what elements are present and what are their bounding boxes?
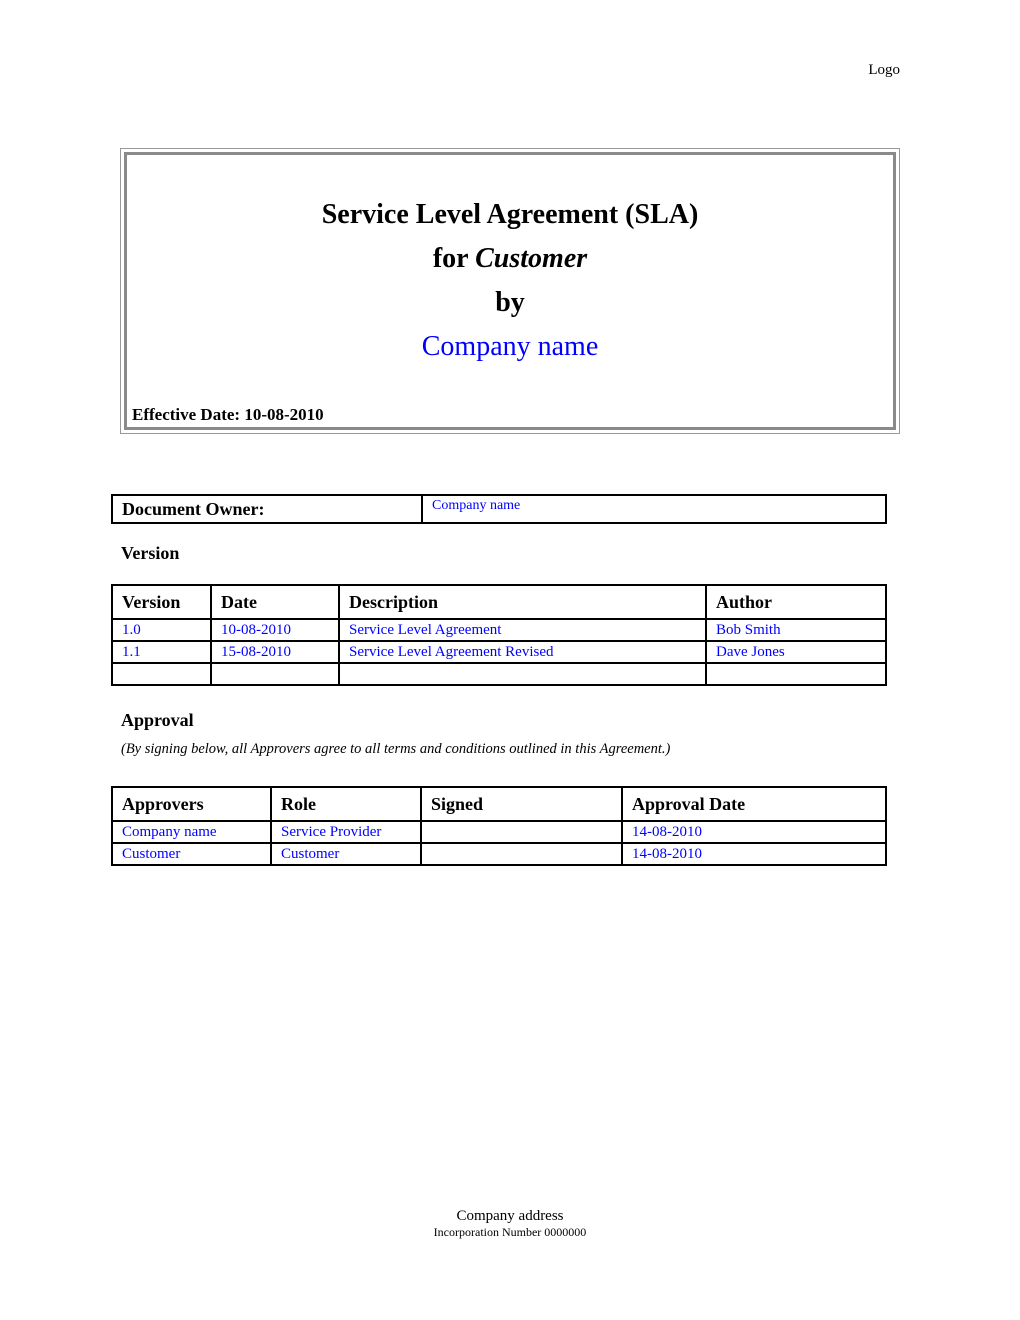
table-row: Document Owner: Company name xyxy=(111,494,887,524)
table-row xyxy=(111,662,887,686)
table-cell xyxy=(111,662,212,686)
table-cell: 1.1 xyxy=(111,640,212,664)
document-owner-table: Document Owner: Company name xyxy=(111,494,887,524)
column-header: Signed xyxy=(420,786,623,822)
title-box: Service Level Agreement (SLA) for Custom… xyxy=(120,148,900,434)
table-header-row: Version Date Description Author xyxy=(111,584,887,620)
table-row: 1.0 10-08-2010 Service Level Agreement B… xyxy=(111,618,887,642)
table-cell: Service Level Agreement xyxy=(338,618,707,642)
title-for-prefix: for xyxy=(432,243,476,274)
signature-cell xyxy=(420,820,623,844)
title-for-customer: for Customer xyxy=(127,243,893,275)
owner-value: Company name xyxy=(421,494,887,524)
column-header: Approvers xyxy=(111,786,272,822)
table-cell: Company name xyxy=(111,820,272,844)
table-cell: 1.0 xyxy=(111,618,212,642)
table-cell: Service Provider xyxy=(270,820,422,844)
version-heading: Version xyxy=(121,543,180,563)
column-header: Role xyxy=(270,786,422,822)
signature-cell xyxy=(420,842,623,866)
table-cell: Customer xyxy=(111,842,272,866)
approval-note: (By signing below, all Approvers agree t… xyxy=(121,741,671,757)
table-cell: Bob Smith xyxy=(705,618,887,642)
logo-placeholder: Logo xyxy=(868,62,900,78)
title-company-name: Company name xyxy=(421,331,599,362)
effective-date: Effective Date: 10-08-2010 xyxy=(132,405,324,424)
version-table: Version Date Description Author 1.0 10-0… xyxy=(111,584,887,686)
table-cell: 14-08-2010 xyxy=(621,842,887,866)
title-box-inner: Service Level Agreement (SLA) for Custom… xyxy=(124,152,896,430)
company-address: Company address xyxy=(456,1208,564,1224)
title-customer: Customer xyxy=(475,243,588,274)
column-header: Description xyxy=(338,584,707,620)
owner-label: Document Owner: xyxy=(111,494,423,524)
page-footer: Company address Incorporation Number 000… xyxy=(0,1208,1020,1240)
document-title: Service Level Agreement (SLA) xyxy=(321,199,699,230)
table-row: Company name Service Provider 14-08-2010 xyxy=(111,820,887,844)
table-cell: Dave Jones xyxy=(705,640,887,664)
table-row: Customer Customer 14-08-2010 xyxy=(111,842,887,866)
column-header: Date xyxy=(210,584,340,620)
table-cell: Customer xyxy=(270,842,422,866)
column-header: Approval Date xyxy=(621,786,887,822)
table-cell: 15-08-2010 xyxy=(210,640,340,664)
table-cell xyxy=(210,662,340,686)
table-cell xyxy=(338,662,707,686)
column-header: Author xyxy=(705,584,887,620)
table-cell: 14-08-2010 xyxy=(621,820,887,844)
table-row: 1.1 15-08-2010 Service Level Agreement R… xyxy=(111,640,887,664)
table-cell xyxy=(705,662,887,686)
table-cell: 10-08-2010 xyxy=(210,618,340,642)
approval-table: Approvers Role Signed Approval Date Comp… xyxy=(111,786,887,866)
table-cell: Service Level Agreement Revised xyxy=(338,640,707,664)
approval-heading: Approval xyxy=(121,710,194,730)
incorporation-number: Incorporation Number 0000000 xyxy=(433,1225,587,1239)
column-header: Version xyxy=(111,584,212,620)
table-header-row: Approvers Role Signed Approval Date xyxy=(111,786,887,822)
title-by: by xyxy=(495,287,525,318)
